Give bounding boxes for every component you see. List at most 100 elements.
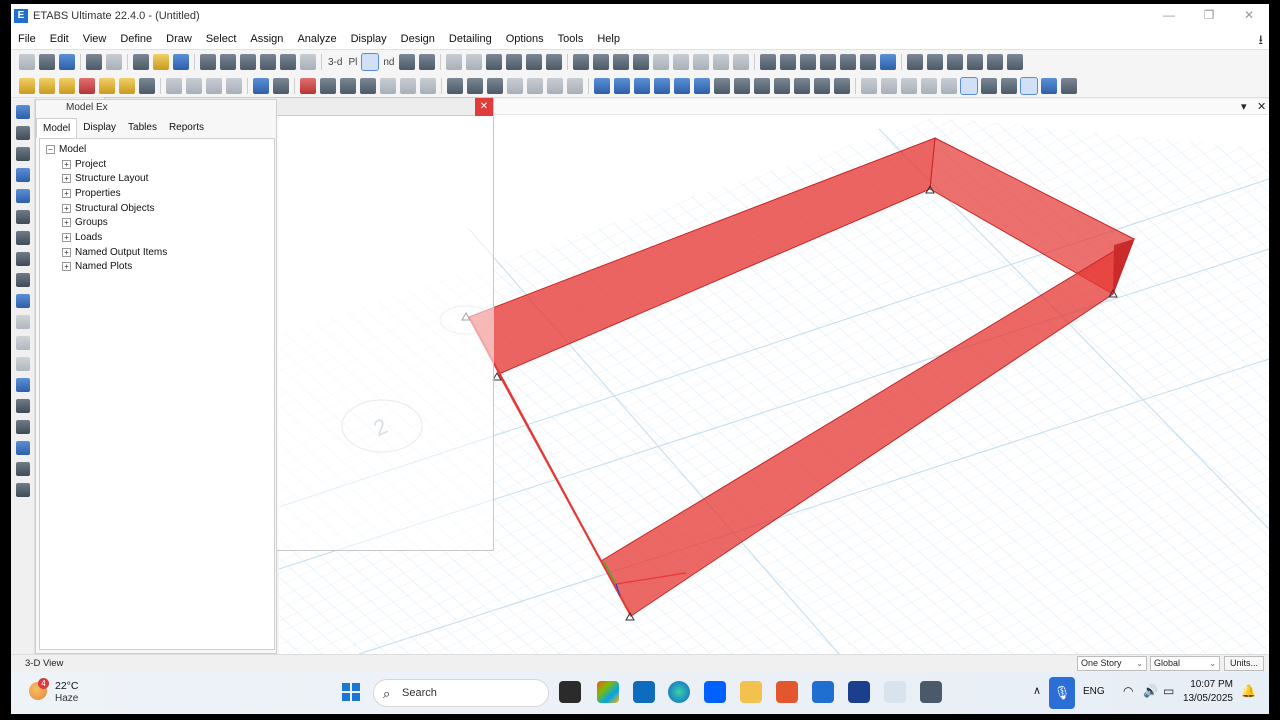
tree-node-groups[interactable]: + Groups xyxy=(40,215,274,230)
menu-assign[interactable]: Assign xyxy=(243,28,290,50)
pencil-icon[interactable] xyxy=(133,54,149,70)
zoom-step-icon[interactable] xyxy=(280,54,296,70)
menu-analyze[interactable]: Analyze xyxy=(290,28,343,50)
select-poly-icon[interactable] xyxy=(1001,77,1017,94)
draw-wall-icon[interactable] xyxy=(16,231,30,245)
tree-node-named-plots[interactable]: + Named Plots xyxy=(40,260,274,275)
section-icon[interactable] xyxy=(967,54,984,70)
frame-icon[interactable] xyxy=(573,54,590,70)
restraint-icon[interactable] xyxy=(273,77,289,94)
assign-joint-icon[interactable] xyxy=(780,54,797,70)
draw-line-icon[interactable] xyxy=(16,147,30,161)
windows-start-icon[interactable] xyxy=(342,683,360,701)
store-icon[interactable] xyxy=(633,681,655,703)
collapse-icon[interactable]: − xyxy=(46,144,55,154)
view-3d-button[interactable]: 3-d xyxy=(328,57,342,68)
load-pattern-icon[interactable] xyxy=(547,77,563,94)
force-diagram-icon[interactable] xyxy=(614,77,630,94)
terminal-icon[interactable] xyxy=(920,681,942,703)
measure-icon[interactable] xyxy=(139,77,155,94)
edge-icon[interactable] xyxy=(668,681,690,703)
developed-elevation-icon[interactable] xyxy=(941,77,957,94)
draw-grid-icon[interactable] xyxy=(861,77,877,94)
select-all-icon[interactable] xyxy=(1041,77,1057,94)
mode-shape-icon[interactable] xyxy=(674,77,690,94)
design-icon[interactable] xyxy=(880,54,897,70)
story-select[interactable]: One Story ⌄ xyxy=(1077,656,1147,671)
dropbox-icon[interactable] xyxy=(704,681,726,703)
draw-section-cut-icon[interactable] xyxy=(16,378,30,392)
snipping-tool-icon[interactable] xyxy=(884,681,906,703)
story-response-icon[interactable] xyxy=(714,77,730,94)
export-icon[interactable] xyxy=(1007,54,1024,70)
expand-icon[interactable]: + xyxy=(62,262,71,272)
object-shrink-icon[interactable] xyxy=(526,54,543,70)
taskbar-search[interactable]: ⌕ Search xyxy=(373,679,549,707)
offsets-icon[interactable] xyxy=(340,77,356,94)
menu-tools[interactable]: Tools xyxy=(551,28,591,50)
draw-rect-icon[interactable] xyxy=(16,294,30,308)
open-icon[interactable] xyxy=(39,54,55,70)
view-options-icon[interactable] xyxy=(546,54,563,70)
zoom-window-icon[interactable] xyxy=(200,54,216,70)
table-icon[interactable] xyxy=(927,54,944,70)
label-icon[interactable] xyxy=(380,77,396,94)
cut-icon[interactable] xyxy=(166,77,182,94)
slab-icon[interactable] xyxy=(673,54,690,70)
load-case-icon[interactable] xyxy=(567,77,583,94)
rotate-icon[interactable] xyxy=(399,54,416,70)
zoom-out-icon[interactable] xyxy=(260,54,276,70)
draw-text-icon[interactable] xyxy=(16,483,30,497)
lock-icon[interactable] xyxy=(153,54,169,70)
coordinate-system-select[interactable]: Global ⌄ xyxy=(1150,656,1220,671)
file-explorer-dark-icon[interactable] xyxy=(559,681,581,703)
pier-icon[interactable] xyxy=(467,77,483,94)
insertion-point-icon[interactable] xyxy=(360,77,376,94)
run-analysis-icon[interactable] xyxy=(173,54,189,70)
menu-define[interactable]: Define xyxy=(113,28,159,50)
draw-tendon-icon[interactable] xyxy=(16,441,30,455)
revit-icon[interactable] xyxy=(848,681,870,703)
tree-node-structural-objects[interactable]: + Structural Objects xyxy=(40,201,274,216)
pointer-icon[interactable] xyxy=(16,105,30,119)
rigid-zone-icon[interactable] xyxy=(420,77,436,94)
plan-view-icon[interactable] xyxy=(361,53,380,71)
draw-column-icon[interactable] xyxy=(16,189,30,203)
mass-icon[interactable] xyxy=(507,77,523,94)
delete-icon[interactable] xyxy=(820,54,837,70)
tab-reports[interactable]: Reports xyxy=(163,118,210,138)
reference-line-icon[interactable] xyxy=(901,77,917,94)
column-icon[interactable] xyxy=(633,54,650,70)
input-language[interactable]: ENG xyxy=(1083,686,1105,697)
zoom-in-icon[interactable] xyxy=(240,54,256,70)
menu-display[interactable]: Display xyxy=(344,28,394,50)
animation-icon[interactable] xyxy=(694,77,710,94)
reactions-icon[interactable] xyxy=(654,77,670,94)
snap-intersection-icon[interactable] xyxy=(79,77,95,94)
reshaper-icon[interactable] xyxy=(16,126,30,140)
load-icon[interactable] xyxy=(527,77,543,94)
snap-end-icon[interactable] xyxy=(59,77,75,94)
expand-icon[interactable]: + xyxy=(62,188,71,198)
view-plan-button[interactable]: Pl xyxy=(348,57,357,68)
copilot-icon[interactable] xyxy=(597,681,619,703)
reshape-icon[interactable] xyxy=(981,77,997,94)
tab-model[interactable]: Model xyxy=(36,118,78,138)
release-icon[interactable] xyxy=(300,77,316,94)
brace-icon[interactable] xyxy=(593,54,610,70)
mesh-icon[interactable] xyxy=(860,54,877,70)
menu-view[interactable]: View xyxy=(76,28,114,50)
expand-icon[interactable]: + xyxy=(62,174,71,184)
reference-plane-icon[interactable] xyxy=(921,77,937,94)
opening-icon[interactable] xyxy=(693,54,710,70)
tree-node-loads[interactable]: + Loads xyxy=(40,230,274,245)
snap-icon[interactable] xyxy=(19,77,35,94)
recording-app-icon[interactable] xyxy=(776,681,798,703)
energy-icon[interactable] xyxy=(754,77,770,94)
wall-stack-icon[interactable] xyxy=(834,77,850,94)
new-model-icon[interactable] xyxy=(19,54,35,70)
minimize-button[interactable]: — xyxy=(1149,4,1189,28)
menu-options[interactable]: Options xyxy=(499,28,551,50)
copy-icon[interactable] xyxy=(186,77,202,94)
draw-floor-icon[interactable] xyxy=(16,252,30,266)
